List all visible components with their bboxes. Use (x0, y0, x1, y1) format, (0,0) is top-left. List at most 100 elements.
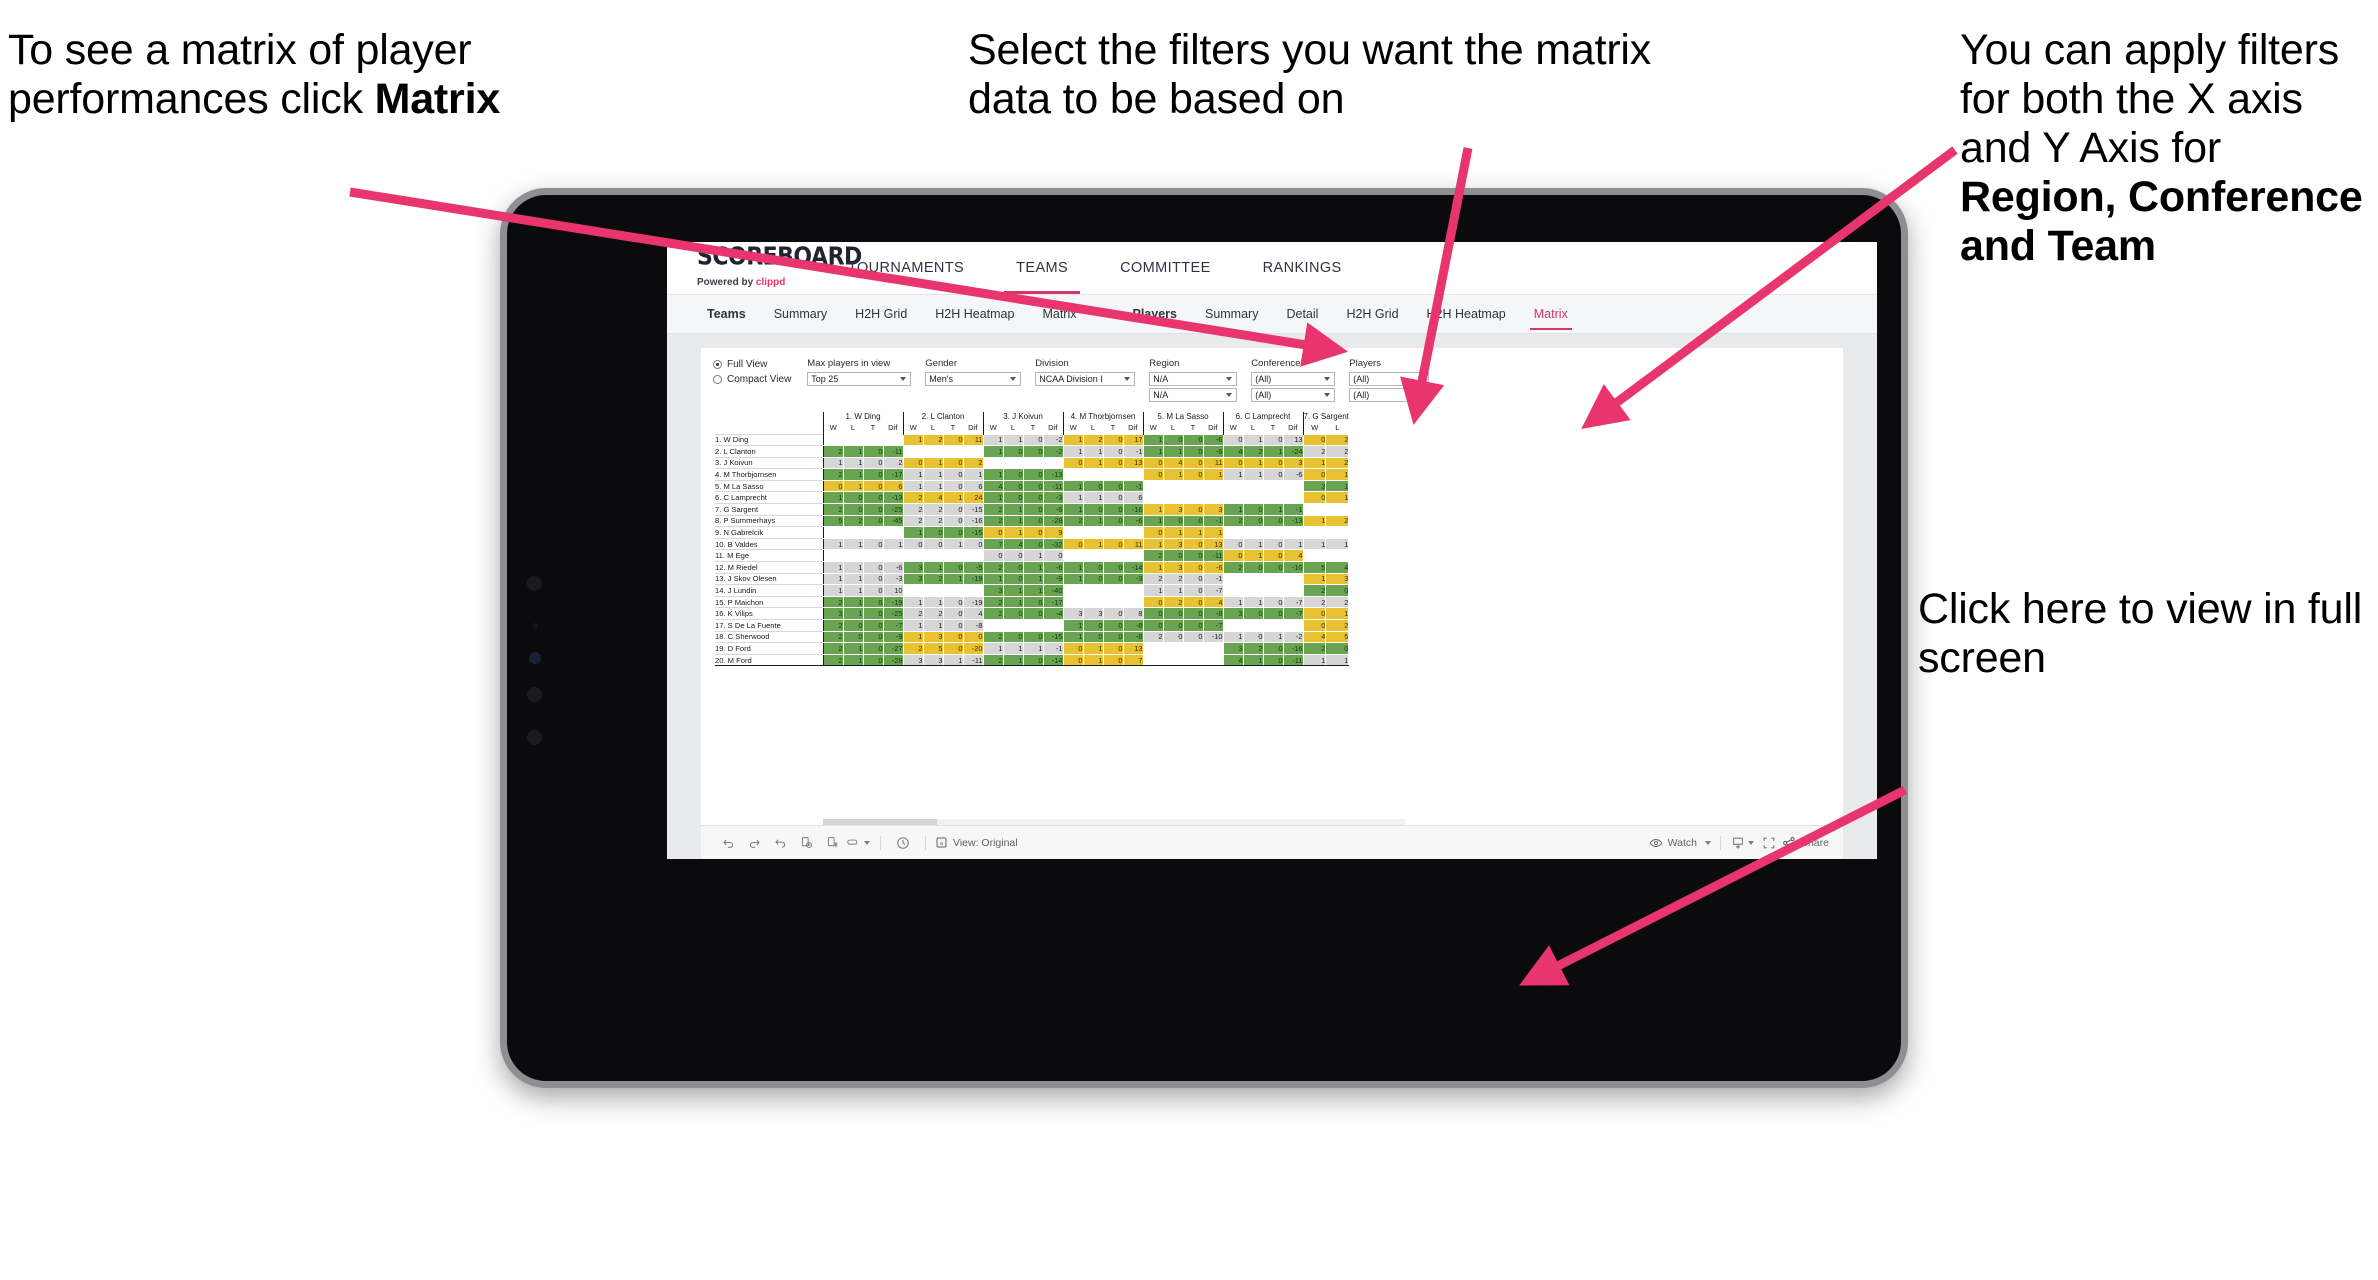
matrix-cell[interactable] (1162, 653, 1184, 667)
matrix-cell[interactable]: 2 (1302, 584, 1327, 597)
matrix-cell[interactable]: 2 (982, 503, 1004, 516)
matrix-cell[interactable]: 0 (1102, 503, 1124, 516)
matrix-cell[interactable] (922, 445, 944, 458)
matrix-cell[interactable]: 0 (1262, 653, 1284, 667)
matrix-cell[interactable]: -11 (882, 445, 904, 458)
matrix-cell[interactable]: -45 (882, 514, 904, 528)
matrix-cell[interactable]: 2 (1162, 595, 1184, 609)
matrix-cell[interactable] (1022, 619, 1044, 632)
filter-region-y-select[interactable]: N/A (1149, 388, 1238, 402)
matrix-cell[interactable]: 1 (1082, 491, 1104, 505)
matrix-cell[interactable]: 1 (982, 445, 1004, 458)
matrix-cell[interactable] (1242, 479, 1264, 493)
matrix-cell[interactable] (1282, 584, 1304, 597)
matrix-cell[interactable] (1062, 549, 1084, 563)
subnav-teams-h2h-grid[interactable]: H2H Grid (841, 295, 921, 334)
matrix-cell[interactable]: -19 (882, 595, 904, 609)
matrix-cell[interactable]: 0 (1182, 619, 1204, 632)
matrix-cell[interactable]: 0 (1022, 503, 1044, 516)
player-matrix-table[interactable]: 1. W Ding 2. L Clanton 3. J Koivun 4. M Tho… (715, 412, 1350, 667)
matrix-cell[interactable]: 0 (1142, 468, 1164, 481)
matrix-cell[interactable]: 0 (1302, 468, 1327, 481)
matrix-cell[interactable] (1202, 491, 1224, 505)
matrix-cell[interactable]: 0 (1102, 630, 1124, 644)
matrix-cell[interactable]: 0 (1182, 584, 1204, 597)
watch-button[interactable]: Watch (1649, 836, 1711, 850)
matrix-cell[interactable]: 4 (1325, 561, 1350, 574)
matrix-cell[interactable]: 0 (1262, 468, 1284, 481)
revert-icon[interactable] (767, 830, 793, 856)
matrix-cell[interactable]: -7 (882, 619, 904, 632)
matrix-cell[interactable]: 1 (982, 642, 1004, 655)
matrix-cell[interactable]: 0 (862, 619, 884, 632)
matrix-cell[interactable]: 2 (822, 503, 844, 516)
matrix-cell[interactable]: 0 (1102, 491, 1124, 505)
view-original-button[interactable]: a View: Original (935, 836, 1018, 849)
matrix-subcolumn-w[interactable]: W (1062, 421, 1083, 434)
matrix-cell[interactable]: 13 (1122, 642, 1144, 655)
matrix-row-label[interactable]: 10. B Valdes (715, 537, 823, 550)
matrix-cell[interactable]: 1 (902, 619, 924, 632)
matrix-cell[interactable]: -6 (1042, 561, 1064, 574)
matrix-cell[interactable]: 0 (1002, 468, 1024, 481)
matrix-subcolumn-l[interactable]: L (1083, 421, 1103, 434)
matrix-cell[interactable]: 2 (922, 607, 944, 620)
matrix-cell[interactable]: 1 (982, 468, 1004, 481)
matrix-cell[interactable]: 0 (1102, 572, 1124, 586)
matrix-cell[interactable]: 1 (1002, 433, 1024, 447)
matrix-cell[interactable]: 0 (1182, 514, 1204, 528)
matrix-cell[interactable]: 0 (982, 526, 1004, 539)
matrix-cell[interactable] (822, 549, 844, 563)
matrix-cell[interactable]: 1 (1162, 445, 1184, 458)
top-nav-item-teams[interactable]: TEAMS (990, 242, 1094, 294)
table-row[interactable]: 16. K Vilips 3 1 0 -25 2 2 0 4 2 0 0 -4 3 3 0 8 0 0 0 -8 3 0 0-… (715, 607, 1350, 620)
matrix-cell[interactable]: 4 (1302, 630, 1327, 644)
matrix-cell[interactable]: 2 (1302, 595, 1327, 609)
matrix-cell[interactable]: -6 (1202, 561, 1224, 574)
matrix-cell[interactable] (1222, 479, 1244, 493)
matrix-cell[interactable]: -9 (1042, 572, 1064, 586)
matrix-cell[interactable]: 2 (922, 503, 944, 516)
matrix-cell[interactable]: 2 (1222, 514, 1244, 528)
matrix-cell[interactable]: 0 (1082, 479, 1104, 493)
matrix-cell[interactable]: 0 (862, 456, 884, 470)
matrix-cell[interactable]: 0 (942, 479, 964, 493)
matrix-cell[interactable]: 1 (1062, 491, 1084, 505)
matrix-cell[interactable]: 0 (1062, 537, 1084, 551)
matrix-cell[interactable]: 1 (1242, 549, 1264, 563)
matrix-cell[interactable]: 1 (1062, 479, 1084, 493)
matrix-cell[interactable]: 0 (862, 445, 884, 458)
matrix-cell[interactable] (902, 584, 924, 597)
matrix-cell[interactable]: 1 (1325, 468, 1350, 481)
matrix-cell[interactable] (982, 456, 1004, 470)
matrix-cell[interactable] (862, 526, 884, 539)
radio-compact-view[interactable]: Compact View (713, 374, 791, 385)
matrix-cell[interactable]: 2 (982, 607, 1004, 620)
matrix-cell[interactable]: 2 (902, 503, 924, 516)
matrix-cell[interactable] (1102, 595, 1124, 609)
matrix-cell[interactable]: -11 (962, 653, 984, 667)
table-row[interactable]: 10. B Valdes 1 1 0 1 0 0 1 0 7 4 0 -32 0 1 0 11 1 3 0 13 0 1 0 1… (715, 537, 1350, 551)
matrix-cell[interactable]: 3 (1062, 607, 1084, 620)
table-row[interactable]: 15. P Maichon 2 1 0 -19 1 1 0 -19 2 1 0 -17 0 2 0 4 1 1 0 -7… (715, 595, 1350, 609)
matrix-cell[interactable]: 0 (862, 642, 884, 655)
filter-division-select[interactable]: NCAA Division I (1035, 372, 1136, 386)
matrix-cell[interactable] (1282, 526, 1304, 539)
matrix-cell[interactable]: -11 (1282, 653, 1304, 667)
matrix-cell[interactable]: 1 (922, 479, 944, 493)
matrix-cell[interactable]: 0 (1182, 561, 1204, 574)
matrix-cell[interactable]: 0 (1102, 561, 1124, 574)
matrix-cell[interactable]: 2 (822, 595, 844, 609)
matrix-cell[interactable] (1062, 584, 1084, 597)
matrix-cell[interactable]: 0 (1102, 642, 1124, 655)
matrix-cell[interactable]: 1 (942, 491, 964, 505)
matrix-cell[interactable]: 0 (862, 537, 884, 551)
matrix-cell[interactable]: -19 (962, 595, 984, 609)
matrix-cell[interactable]: 3 (822, 607, 844, 620)
matrix-cell[interactable]: 0 (1102, 653, 1124, 667)
matrix-cell[interactable]: 0 (1002, 549, 1024, 563)
matrix-cell[interactable]: 1 (1242, 653, 1264, 667)
matrix-cell[interactable]: 0 (1262, 456, 1284, 470)
matrix-row-label[interactable]: 1. W Ding (715, 433, 823, 446)
matrix-cell[interactable]: 0 (862, 468, 884, 481)
